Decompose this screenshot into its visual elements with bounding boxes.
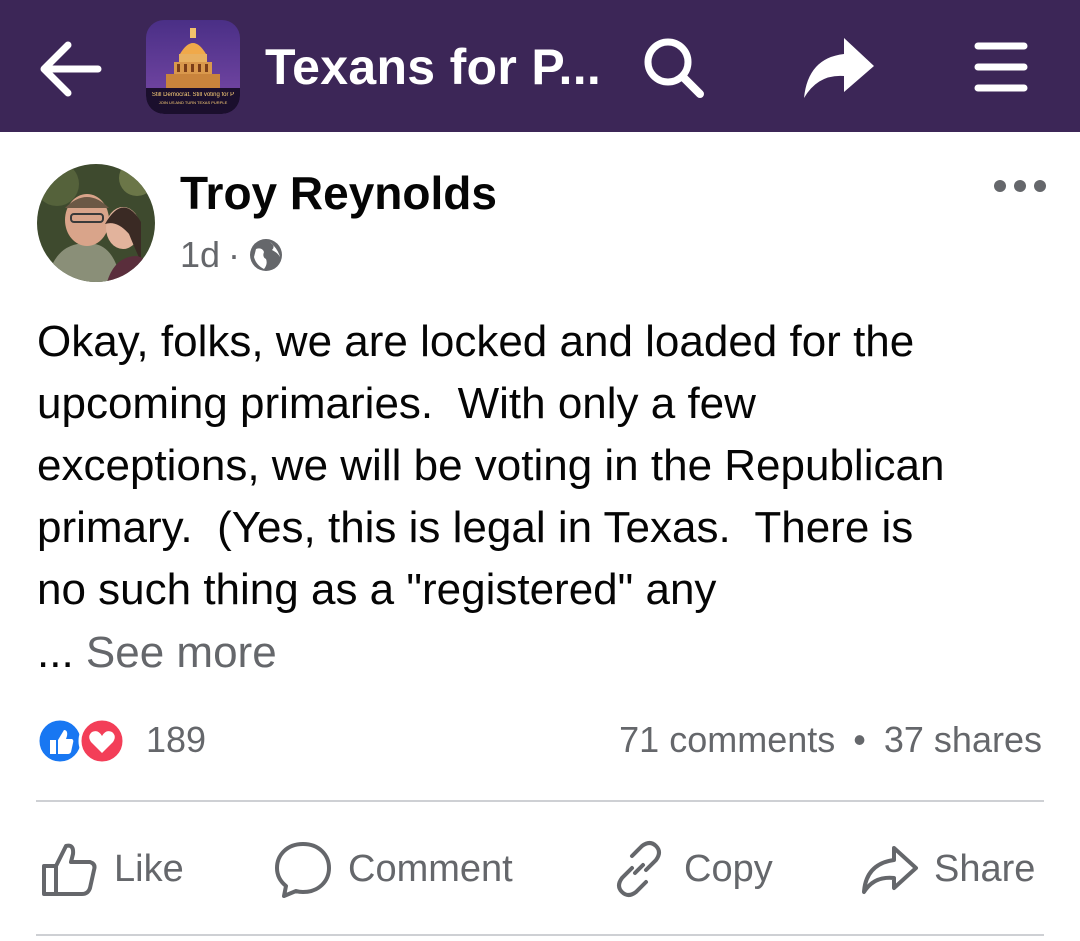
search-icon [644,38,704,98]
post-meta: 1d · [180,234,284,276]
thumb-caption-2: JOIN US AND TURN TEXAS PURPLE [158,100,228,105]
comment-button[interactable]: Comment [272,838,513,900]
group-thumbnail[interactable]: Still Democrat. Still voting for P JOIN … [146,20,240,114]
share-icon [862,846,918,894]
share-button[interactable]: Share [858,838,1035,900]
comments-count[interactable]: 71 comments [619,719,835,760]
like-label: Like [114,847,184,890]
engagement-stats: 71 comments • 37 shares [619,719,1042,761]
stats-separator: • [853,719,866,760]
copy-button[interactable]: Copy [608,838,773,900]
comment-label: Comment [348,847,513,890]
meta-separator: · [228,234,241,275]
author-name[interactable]: Troy Reynolds [180,166,497,220]
author-avatar[interactable] [37,164,155,282]
reactions-summary[interactable] [36,716,136,766]
post-body: Okay, folks, we are locked and loaded fo… [37,317,945,614]
more-options-button[interactable] [990,168,1050,204]
like-reaction-icon [36,717,84,765]
group-title[interactable]: Texans for P... [265,38,601,96]
back-button[interactable] [32,30,110,108]
copy-label: Copy [684,847,773,890]
divider [36,800,1044,802]
ellipsis: ... [37,628,74,677]
search-button[interactable] [634,28,712,106]
top-bar: Still Democrat. Still voting for P JOIN … [0,0,1080,132]
love-reaction-icon [78,717,126,765]
post-time[interactable]: 1d [180,234,220,276]
menu-button[interactable] [962,28,1040,106]
menu-icon [974,42,1028,92]
see-more-label: See more [85,628,277,677]
share-top-button[interactable] [796,28,880,106]
share-arrow-icon [804,38,874,98]
comment-bubble-icon [275,842,331,898]
shares-count[interactable]: 37 shares [884,719,1042,760]
see-more-link[interactable]: ... See more [37,622,277,684]
reactions-count[interactable]: 189 [146,719,206,761]
back-arrow-icon [40,41,102,97]
like-button[interactable]: Like [38,838,184,900]
more-options-icon [994,180,1046,192]
globe-icon [250,239,283,271]
thumbs-up-icon [42,843,97,896]
thumb-caption-1: Still Democrat. Still voting for P [151,92,235,98]
avatar-photo [37,164,155,282]
link-icon [617,841,661,897]
divider [36,934,1044,936]
reaction-icons [36,717,126,765]
share-label: Share [934,847,1036,890]
